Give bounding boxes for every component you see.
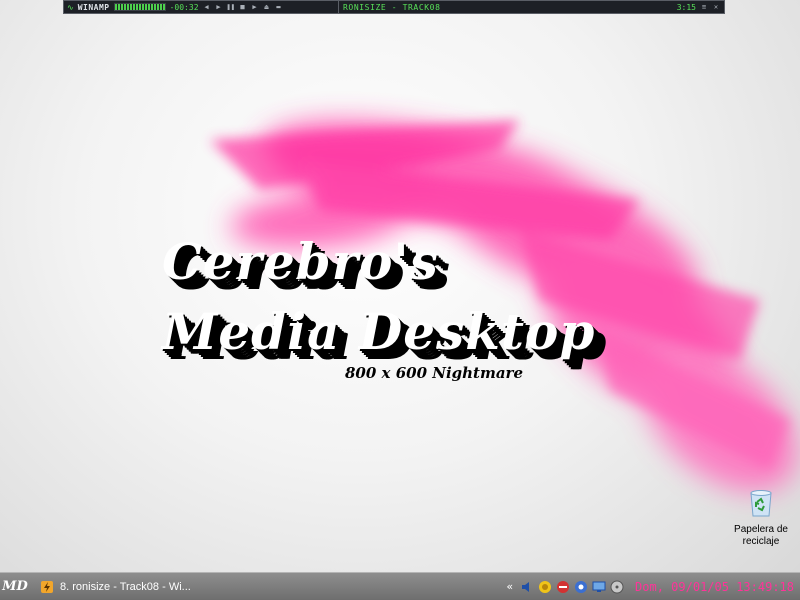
- minimize-icon[interactable]: ≡: [700, 3, 708, 11]
- eject-icon[interactable]: ⏏: [263, 3, 271, 11]
- shield-icon[interactable]: [555, 579, 571, 595]
- recycle-bin-label-2: reciclaje: [742, 536, 780, 547]
- antivirus-icon[interactable]: [573, 579, 589, 595]
- clock[interactable]: Dom, 09/01/05 13:49:18: [635, 580, 794, 594]
- winamp-menu-icon[interactable]: ∿: [67, 3, 74, 12]
- desktop-icon-recycle-bin[interactable]: Papelera de reciclaje: [726, 488, 796, 548]
- play-icon[interactable]: ▶: [215, 3, 223, 11]
- pause-icon[interactable]: ❚❚: [227, 3, 235, 11]
- winamp-track-panel: RONISIZE - TRACK08 3:15 ≡ ✕: [339, 1, 724, 13]
- taskbar-item-winamp[interactable]: 8. ronisize - Track08 - Wi...: [34, 576, 204, 598]
- recycle-bin-icon: [750, 490, 772, 517]
- track-title: RONISIZE - TRACK08: [343, 2, 441, 12]
- winamp-controls-panel: ∿ WINAMP -00:32 ◀ ▶ ❚❚ ■ ▶ ⏏ ▬: [64, 1, 339, 13]
- next-icon[interactable]: ▶: [251, 3, 259, 11]
- title-line-2: Media Desktop: [162, 302, 596, 361]
- winamp-player-bar[interactable]: ∿ WINAMP -00:32 ◀ ▶ ❚❚ ■ ▶ ⏏ ▬ RONISIZE …: [63, 0, 725, 14]
- taskbar: MD 8. ronisize - Track08 - Wi... « Dom, …: [0, 572, 800, 600]
- close-icon[interactable]: ✕: [712, 3, 720, 11]
- taskbar-item-label: 8. ronisize - Track08 - Wi...: [60, 580, 191, 593]
- speaker-icon[interactable]: [519, 579, 535, 595]
- network-icon[interactable]: [537, 579, 553, 595]
- volume-slider[interactable]: ▬: [275, 3, 283, 11]
- winamp-logo: WINAMP: [77, 2, 110, 12]
- system-tray: « Dom, 09/01/05 13:49:18: [506, 573, 800, 600]
- subtitle: 800 x 600 Nightmare: [345, 364, 524, 382]
- recycle-bin-label-1: Papelera de: [734, 524, 788, 535]
- stop-icon[interactable]: ■: [239, 3, 247, 11]
- visualizer[interactable]: [113, 3, 166, 11]
- disk-icon[interactable]: [609, 579, 625, 595]
- tray-expand-button[interactable]: «: [506, 580, 513, 593]
- elapsed-time[interactable]: -00:32: [170, 3, 199, 12]
- desktop-title: Cerebro's Media Desktop 800 x 600 Nightm…: [140, 232, 660, 392]
- start-button[interactable]: MD: [0, 574, 30, 600]
- prev-icon[interactable]: ◀: [203, 3, 211, 11]
- winamp-lightning-icon: [41, 580, 53, 593]
- track-time: 3:15: [676, 2, 696, 12]
- monitor-icon[interactable]: [591, 579, 607, 595]
- start-logo: MD: [2, 579, 28, 594]
- title-line-1: Cerebro's: [162, 232, 439, 291]
